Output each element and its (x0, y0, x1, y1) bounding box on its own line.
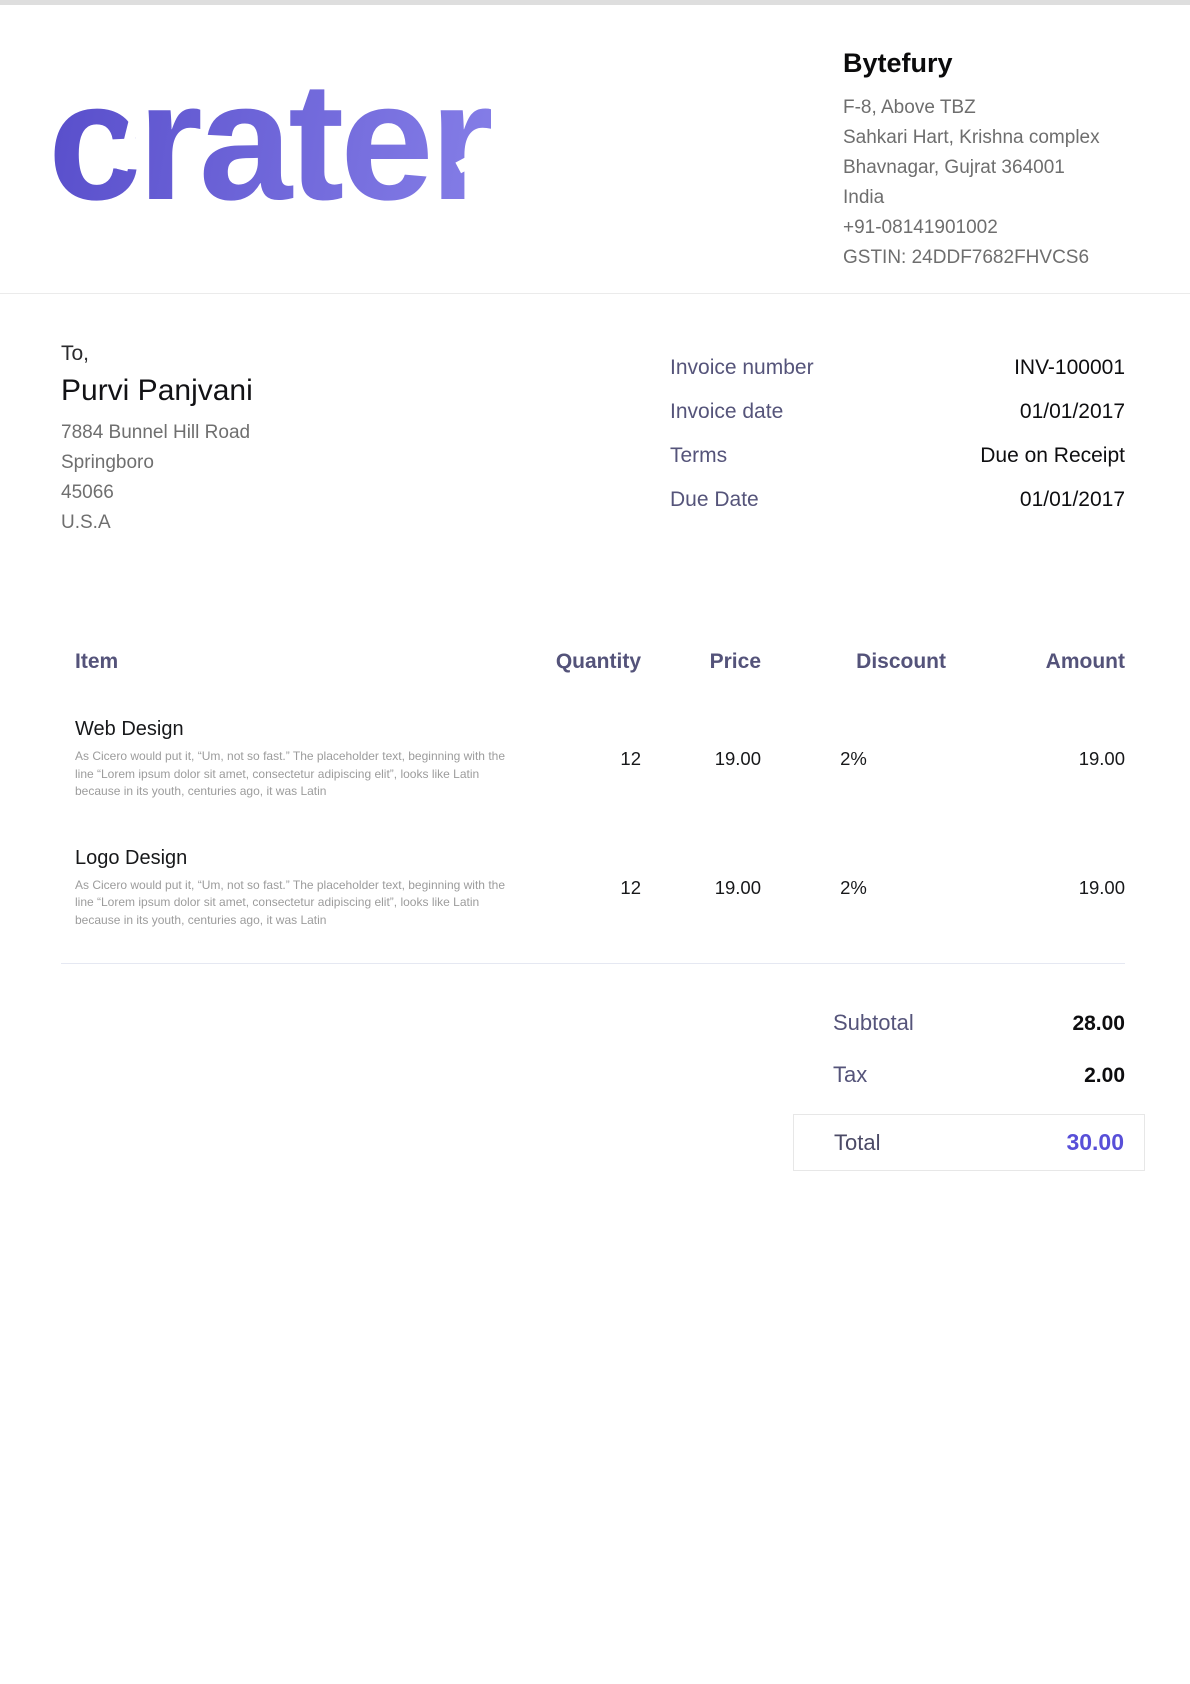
item-discount: 2% (761, 718, 946, 847)
item-quantity: 12 (511, 847, 641, 964)
column-header-item: Item (61, 650, 511, 718)
item-price: 19.00 (641, 847, 761, 964)
crater-wordmark: crater (48, 47, 491, 235)
terms-label: Terms (670, 442, 727, 469)
item-discount: 2% (761, 847, 946, 964)
invoice-date-value: 01/01/2017 (1020, 398, 1125, 425)
item-name: Web Design (75, 718, 511, 741)
customer-name: Purvi Panjvani (61, 374, 253, 408)
company-address-line: India (843, 183, 1125, 213)
tax-row: Tax 2.00 (793, 1062, 1145, 1088)
item-cell: Logo Design As Cicero would put it, “Um,… (61, 847, 511, 964)
due-date-row: Due Date 01/01/2017 (670, 486, 1125, 513)
invoice-date-label: Invoice date (670, 398, 783, 425)
item-name: Logo Design (75, 847, 511, 870)
customer-address-line: Springboro (61, 448, 253, 478)
company-address-line: F-8, Above TBZ (843, 93, 1125, 123)
customer-address-line: 7884 Bunnel Hill Road (61, 418, 253, 448)
meta-section: To, Purvi Panjvani 7884 Bunnel Hill Road… (0, 294, 1190, 538)
invoice-number-label: Invoice number (670, 354, 814, 381)
grand-total-box: Total 30.00 (793, 1114, 1145, 1171)
customer-address-line: U.S.A (61, 508, 253, 538)
invoice-meta: Invoice number INV-100001 Invoice date 0… (670, 342, 1125, 538)
customer-address: 7884 Bunnel Hill Road Springboro 45066 U… (61, 418, 253, 538)
invoice-date-row: Invoice date 01/01/2017 (670, 398, 1125, 425)
column-header-amount: Amount (946, 650, 1125, 718)
company-name: Bytefury (843, 48, 1125, 79)
invoice-header: crater Bytefury F-8, Above TBZ Sahkari H… (0, 5, 1190, 294)
items-header-row: Item Quantity Price Discount Amount (61, 650, 1125, 718)
terms-value: Due on Receipt (980, 442, 1125, 469)
customer-address-line: 45066 (61, 478, 253, 508)
due-date-label: Due Date (670, 486, 759, 513)
items-table: Item Quantity Price Discount Amount Web … (61, 650, 1125, 964)
company-address-line: Sahkari Hart, Krishna complex (843, 123, 1125, 153)
tax-label: Tax (833, 1062, 867, 1088)
subtotal-value: 28.00 (1072, 1012, 1125, 1036)
item-description: As Cicero would put it, “Um, not so fast… (75, 748, 507, 801)
company-address-line: Bhavnagar, Gujrat 364001 (843, 153, 1125, 183)
company-gstin: GSTIN: 24DDF7682FHVCS6 (843, 243, 1125, 273)
total-value: 30.00 (1066, 1129, 1124, 1156)
bill-to-label: To, (61, 342, 253, 366)
company-phone: +91-08141901002 (843, 213, 1125, 243)
table-row: Logo Design As Cicero would put it, “Um,… (61, 847, 1125, 964)
invoice-page: crater Bytefury F-8, Above TBZ Sahkari H… (0, 0, 1190, 1684)
terms-row: Terms Due on Receipt (670, 442, 1125, 469)
company-address: F-8, Above TBZ Sahkari Hart, Krishna com… (843, 93, 1125, 273)
item-amount: 19.00 (946, 847, 1125, 964)
invoice-number-row: Invoice number INV-100001 (670, 354, 1125, 381)
crater-logo: crater (48, 57, 491, 225)
item-amount: 19.00 (946, 718, 1125, 847)
table-row: Web Design As Cicero would put it, “Um, … (61, 718, 1125, 847)
item-price: 19.00 (641, 718, 761, 847)
totals-section: Subtotal 28.00 Tax 2.00 Total 30.00 (0, 1010, 1190, 1171)
item-quantity: 12 (511, 718, 641, 847)
item-description: As Cicero would put it, “Um, not so fast… (75, 877, 507, 930)
subtotal-row: Subtotal 28.00 (793, 1010, 1145, 1036)
total-label: Total (834, 1130, 880, 1156)
bill-to-block: To, Purvi Panjvani 7884 Bunnel Hill Road… (61, 342, 253, 538)
column-header-discount: Discount (761, 650, 946, 718)
column-header-quantity: Quantity (511, 650, 641, 718)
items-section: Item Quantity Price Discount Amount Web … (61, 650, 1125, 964)
totals-block: Subtotal 28.00 Tax 2.00 Total 30.00 (793, 1010, 1145, 1171)
tax-value: 2.00 (1084, 1064, 1125, 1088)
invoice-number-value: INV-100001 (1014, 354, 1125, 381)
company-info: Bytefury F-8, Above TBZ Sahkari Hart, Kr… (843, 43, 1125, 273)
item-cell: Web Design As Cicero would put it, “Um, … (61, 718, 511, 847)
due-date-value: 01/01/2017 (1020, 486, 1125, 513)
column-header-price: Price (641, 650, 761, 718)
subtotal-label: Subtotal (833, 1010, 914, 1036)
